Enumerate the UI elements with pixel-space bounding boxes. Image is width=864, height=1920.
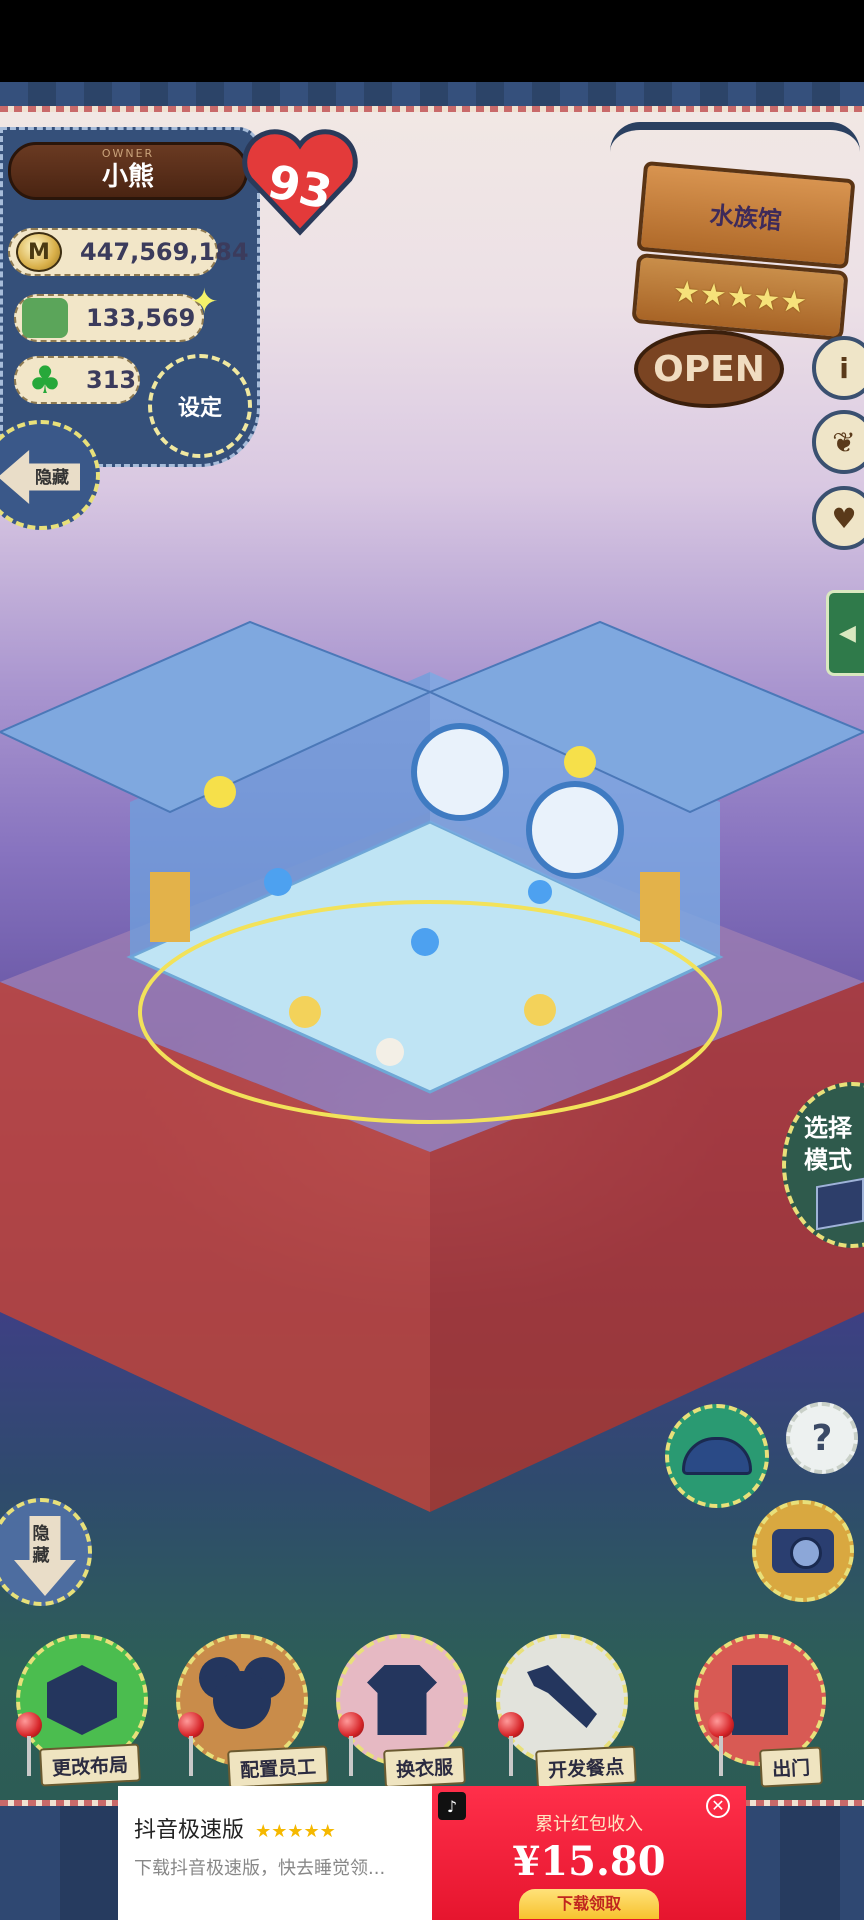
help-button[interactable]: ? xyxy=(786,1402,858,1474)
leaf-icon: ❦ xyxy=(832,425,856,459)
coins-counter: M 447,569,184 xyxy=(8,228,249,276)
hide-bottom-label: 隐藏 xyxy=(32,1524,50,1566)
ad-download-button[interactable]: 下载领取 xyxy=(519,1889,659,1919)
question-icon: ? xyxy=(811,1417,833,1459)
customer-character xyxy=(376,1038,404,1066)
door-icon xyxy=(732,1665,788,1735)
bookshelf-right xyxy=(640,872,680,942)
ad-description: 下载抖音极速版，快去睡觉领... xyxy=(134,1858,386,1879)
change-clothes-label[interactable]: 换衣服 xyxy=(383,1745,466,1789)
isometric-shop-stage[interactable] xyxy=(0,512,864,1512)
coin-icon: M xyxy=(16,232,62,272)
leaf-button[interactable]: ❦ xyxy=(812,410,864,474)
select-mode-label: 选择模式 xyxy=(804,1114,852,1174)
chevron-left-icon: ◀ xyxy=(839,620,856,646)
ad-app-name: 抖音极速版 xyxy=(134,1818,245,1843)
douyin-logo-icon: ♪ xyxy=(438,1792,466,1820)
ad-rating-stars-icon: ★★★★★ xyxy=(255,1821,336,1842)
camera-icon xyxy=(772,1529,834,1573)
assign-staff-button[interactable] xyxy=(176,1634,308,1766)
owner-name: 小熊 xyxy=(101,161,154,192)
pin-icon xyxy=(178,1712,204,1776)
info-button[interactable]: i xyxy=(812,336,864,400)
shirt-icon xyxy=(367,1665,437,1735)
knife-icon xyxy=(527,1665,597,1728)
hide-top-label: 隐藏 xyxy=(35,467,69,488)
umbrella-left xyxy=(411,723,509,821)
ad-amount: ¥15.80 xyxy=(512,1838,666,1885)
change-layout-label[interactable]: 更改布局 xyxy=(39,1743,141,1787)
balloon-3 xyxy=(528,880,552,904)
develop-dishes-label[interactable]: 开发餐点 xyxy=(535,1745,637,1789)
shop-name: 水族馆 xyxy=(708,200,783,235)
moon-decor-1 xyxy=(204,776,236,808)
ingredient-basket-icon xyxy=(22,298,68,338)
balloon-2 xyxy=(411,928,439,956)
moon-decor-2 xyxy=(564,746,596,778)
clover-counter: ♣ 313 xyxy=(14,356,140,404)
go-out-label[interactable]: 出门 xyxy=(759,1746,823,1788)
pin-icon xyxy=(338,1712,364,1776)
cap-icon xyxy=(682,1437,752,1475)
coins-value: 447,569,184 xyxy=(80,238,249,266)
heart-icon: ♥ xyxy=(831,501,857,535)
game-scene: OWNER 小熊 93 M 447,569,184 133,569 ✦ ♣ 31… xyxy=(0,82,864,1920)
ad-app-info[interactable]: 抖音极速版 ★★★★★ 下载抖音极速版，快去睡觉领... xyxy=(118,1786,432,1920)
sparkle-icon: ✦ xyxy=(190,282,219,322)
staff-character-1 xyxy=(289,996,321,1028)
cube-icon xyxy=(816,1177,864,1231)
settings-button[interactable]: 设定 xyxy=(148,354,252,458)
pin-icon xyxy=(708,1712,734,1776)
hat-button[interactable] xyxy=(665,1404,769,1508)
ingredients-counter: 133,569 xyxy=(14,294,204,342)
staff-character-2 xyxy=(524,994,556,1026)
ad-close-button[interactable]: ✕ xyxy=(706,1794,730,1818)
assign-staff-label[interactable]: 配置员工 xyxy=(227,1745,329,1789)
box-icon xyxy=(47,1665,117,1735)
umbrella-right xyxy=(526,781,624,879)
ingredients-value: 133,569 xyxy=(86,304,196,332)
bear-icon xyxy=(213,1671,271,1729)
open-sign[interactable]: OPEN xyxy=(634,330,784,408)
shop-name-sign[interactable]: 水族馆 xyxy=(636,160,856,270)
status-bar xyxy=(0,0,864,82)
bookshelf-left xyxy=(150,872,190,942)
rating-stars-icon: ★★★★★ xyxy=(671,273,809,321)
clover-icon: ♣ xyxy=(27,358,63,402)
hide-menu-button[interactable]: 隐藏 xyxy=(0,1498,92,1606)
settings-label: 设定 xyxy=(177,396,222,421)
open-sign-label: OPEN xyxy=(653,348,765,390)
top-stitched-border xyxy=(0,82,864,112)
clover-value: 313 xyxy=(86,366,137,394)
balloon-1 xyxy=(264,868,292,896)
info-icon: i xyxy=(839,351,849,385)
pin-icon xyxy=(498,1712,524,1776)
ad-heading: 累计红包收入 xyxy=(535,1814,643,1835)
pin-icon xyxy=(16,1712,42,1776)
ad-banner[interactable]: 抖音极速版 ★★★★★ 下载抖音极速版，快去睡觉领... ♪ ✕ 累计红包收入 … xyxy=(118,1786,746,1920)
owner-nameplate: OWNER 小熊 xyxy=(8,142,248,200)
owner-sub-label: OWNER xyxy=(101,147,155,160)
expand-side-tab[interactable]: ◀ xyxy=(826,590,864,676)
camera-button[interactable] xyxy=(752,1500,854,1602)
ad-reward-panel[interactable]: ♪ ✕ 累计红包收入 ¥15.80 下载领取 xyxy=(432,1786,746,1920)
